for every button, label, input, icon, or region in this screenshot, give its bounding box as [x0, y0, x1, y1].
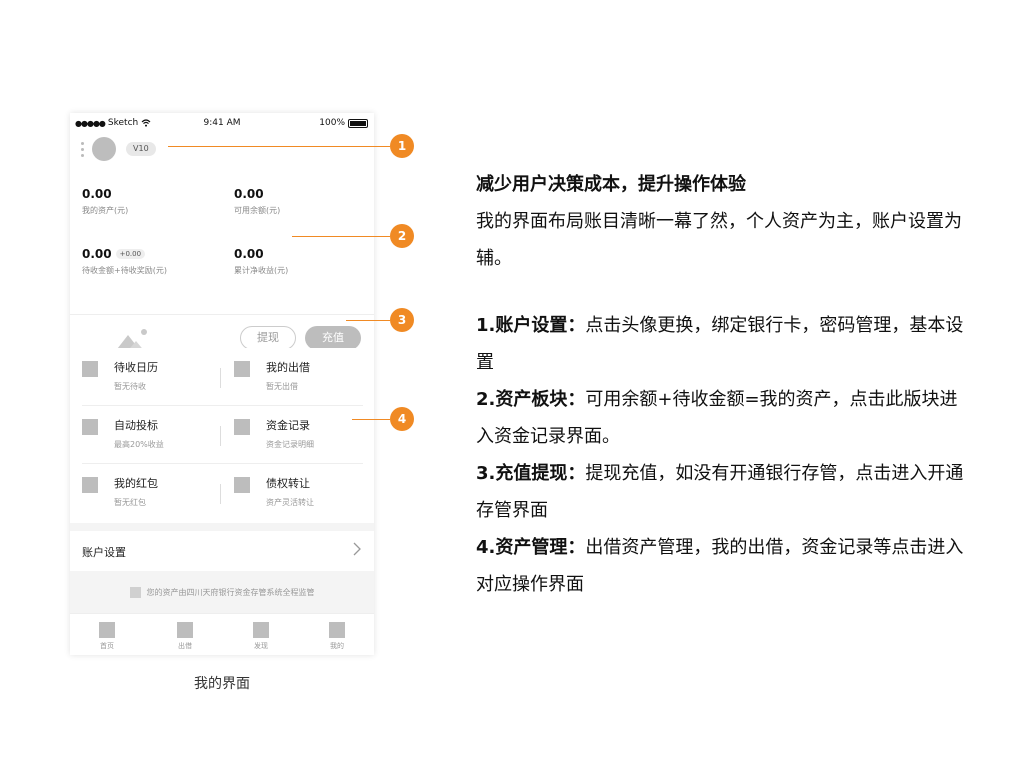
- grid-item-calendar[interactable]: 待收日历 暂无待收: [82, 353, 222, 407]
- tab-lend[interactable]: 出借: [155, 622, 215, 651]
- description-item: 3.充值提现：提现充值，如没有开通银行存管，点击进入开通存管界面: [476, 455, 971, 529]
- battery-percent: 100%: [319, 118, 345, 128]
- withdraw-button[interactable]: 提现: [240, 326, 296, 350]
- profile-icon: [329, 622, 345, 638]
- divider: [220, 484, 221, 504]
- grid-item-debt-transfer[interactable]: 债权转让 资产灵活转让: [234, 469, 374, 523]
- grid-item-title: 自动投标: [114, 419, 158, 432]
- tab-discover[interactable]: 发现: [231, 622, 291, 651]
- stat-label: 可用余额(元): [234, 206, 281, 215]
- description-title: 减少用户决策成本，提升操作体验: [476, 174, 746, 195]
- stat-label: 我的资产(元): [82, 206, 129, 215]
- grid-item-title: 我的出借: [266, 361, 310, 374]
- tab-home[interactable]: 首页: [77, 622, 137, 651]
- grid-item-auto-bid[interactable]: 自动投标 最高20%收益: [82, 411, 222, 465]
- lend-icon: [177, 622, 193, 638]
- callout-line: [168, 146, 390, 147]
- grid-item-title: 待收日历: [114, 361, 158, 374]
- vip-badge: V10: [126, 142, 156, 156]
- grid-item-red-packet[interactable]: 我的红包 暂无红包: [82, 469, 222, 523]
- shield-icon: [129, 587, 141, 598]
- description-item: 1.账户设置：点击头像更换，绑定银行卡，密码管理，基本设置: [476, 307, 971, 381]
- battery-icon: [348, 118, 368, 128]
- callout-marker: 3: [390, 308, 414, 332]
- grid-item-subtitle: 暂无待收: [114, 382, 146, 391]
- phone-mockup: ●●●●● Sketch 9:41 AM 100% V10 0.00 我的资产(…: [70, 113, 374, 655]
- account-settings-row[interactable]: 账户设置: [70, 531, 374, 571]
- grid-item-title: 资金记录: [266, 419, 310, 432]
- avatar[interactable]: [92, 137, 116, 161]
- callout-marker: 1: [390, 134, 414, 158]
- screen-caption: 我的界面: [194, 676, 250, 692]
- auto-bid-icon: [82, 419, 98, 435]
- stat-available-balance[interactable]: 0.00 可用余额(元): [234, 187, 280, 216]
- tab-bar: 首页 出借 发现 我的: [70, 613, 374, 655]
- design-description: 减少用户决策成本，提升操作体验 我的界面布局账目清晰一幕了然，个人资产为主，账户…: [476, 166, 971, 603]
- stat-total-assets[interactable]: 0.00 我的资产(元): [82, 187, 128, 216]
- grid-item-subtitle: 资金记录明细: [266, 440, 314, 449]
- stat-label: 待收金额+待收奖励(元): [82, 266, 167, 275]
- calendar-icon: [82, 361, 98, 377]
- stat-label: 累计净收益(元): [234, 266, 289, 275]
- callout-marker: 4: [390, 407, 414, 431]
- stat-net-income[interactable]: 0.00 累计净收益(元): [234, 247, 288, 276]
- stat-value: 0.00: [82, 247, 112, 261]
- callout-line: [352, 419, 390, 420]
- callout-marker: 2: [390, 224, 414, 248]
- stat-change-badge: +0.00: [115, 249, 146, 259]
- description-item: 4.资产管理：出借资产管理，我的出借，资金记录等点击进入对应操作界面: [476, 529, 971, 603]
- settings-label: 账户设置: [82, 546, 126, 559]
- stat-value: 0.00: [234, 187, 264, 201]
- stat-pending-amount[interactable]: 0.00 +0.00 待收金额+待收奖励(元): [82, 247, 167, 276]
- item-head: 3.充值提现：: [476, 463, 586, 484]
- tab-label: 出借: [178, 642, 192, 650]
- discover-icon: [253, 622, 269, 638]
- divider: [220, 426, 221, 446]
- red-packet-icon: [82, 477, 98, 493]
- recharge-button[interactable]: 充值: [305, 326, 361, 350]
- description-intro: 我的界面布局账目清晰一幕了然，个人资产为主，账户设置为辅。: [476, 211, 962, 269]
- item-head: 4.资产管理：: [476, 537, 586, 558]
- grid-item-subtitle: 暂无红包: [114, 498, 146, 507]
- transfer-icon: [234, 477, 250, 493]
- grid-item-title: 我的红包: [114, 477, 158, 490]
- tab-label: 发现: [254, 642, 268, 650]
- more-menu-icon[interactable]: [81, 142, 85, 160]
- chevron-right-icon: [353, 542, 361, 556]
- divider: [220, 368, 221, 388]
- grid-item-title: 债权转让: [266, 477, 310, 490]
- tab-mine[interactable]: 我的: [307, 622, 367, 651]
- divider: [82, 463, 363, 464]
- custody-notice: 您的资产由四川天府银行资金存管系统全程监管: [70, 587, 374, 598]
- records-icon: [234, 419, 250, 435]
- divider: [82, 405, 363, 406]
- stat-value: 0.00: [234, 247, 264, 261]
- callout-line: [346, 320, 390, 321]
- item-head: 2.资产板块：: [476, 389, 586, 410]
- description-item: 2.资产板块：可用余额+待收金额=我的资产，点击此版块进入资金记录界面。: [476, 381, 971, 455]
- item-head: 1.账户设置：: [476, 315, 586, 336]
- home-icon: [99, 622, 115, 638]
- loan-icon: [234, 361, 250, 377]
- stat-value: 0.00: [82, 187, 112, 201]
- grid-item-my-loans[interactable]: 我的出借 暂无出借: [234, 353, 374, 407]
- grid-item-subtitle: 暂无出借: [266, 382, 298, 391]
- grid-item-subtitle: 最高20%收益: [114, 440, 164, 449]
- callout-line: [292, 236, 390, 237]
- status-bar: ●●●●● Sketch 9:41 AM 100%: [70, 113, 374, 133]
- notice-text: 您的资产由四川天府银行资金存管系统全程监管: [146, 588, 315, 597]
- grid-item-subtitle: 资产灵活转让: [266, 498, 314, 507]
- tab-label: 我的: [330, 642, 344, 650]
- tab-label: 首页: [100, 642, 114, 650]
- asset-management-grid: 待收日历 暂无待收 我的出借 暂无出借 自动投标 最高20%收益 资金记录 资金…: [70, 348, 374, 523]
